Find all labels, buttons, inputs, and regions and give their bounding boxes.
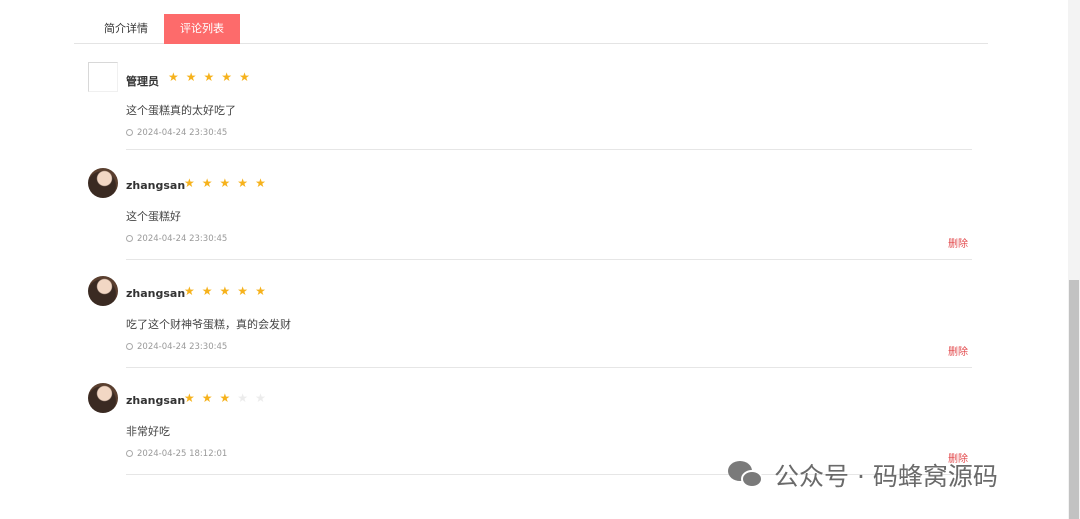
star-icon: ★ — [184, 284, 202, 298]
divider — [126, 149, 972, 150]
tab-intro-details[interactable]: 简介详情 — [88, 14, 164, 44]
delete-button[interactable]: 删除 — [948, 343, 968, 358]
avatar — [88, 383, 118, 413]
comment-user-name: zhangsan — [126, 287, 186, 300]
star-icon: ★ — [219, 176, 238, 190]
star-icon: ★ — [255, 284, 273, 298]
comment-item: zhangsan ★★★★★ 吃了这个财神爷蛋糕，真的会发财 2024-04-2… — [88, 276, 972, 386]
comment-time-text: 2024-04-24 23:30:45 — [137, 342, 228, 352]
star-icon: ★ — [184, 176, 202, 190]
comment-content: 吃了这个财神爷蛋糕，真的会发财 — [126, 318, 291, 331]
comment-time: 2024-04-24 23:30:45 — [126, 234, 227, 244]
rating-stars: ★★★★★ — [184, 176, 273, 190]
star-icon: ★ — [203, 70, 222, 84]
star-icon: ★ — [255, 391, 273, 405]
divider — [126, 259, 972, 260]
scrollbar[interactable] — [1068, 0, 1080, 519]
delete-button[interactable]: 删除 — [948, 235, 968, 250]
star-icon: ★ — [255, 176, 273, 190]
clock-icon — [126, 129, 133, 136]
scrollbar-thumb[interactable] — [1069, 280, 1079, 519]
comment-time-text: 2024-04-24 23:30:45 — [137, 234, 228, 244]
comment-item: 管理员 ★★★★★ 这个蛋糕真的太好吃了 2024-04-24 23:30:45 — [88, 62, 972, 172]
comment-time: 2024-04-24 23:30:45 — [126, 342, 227, 352]
rating-stars: ★★★★★ — [184, 284, 273, 298]
comment-time-text: 2024-04-24 23:30:45 — [137, 128, 228, 138]
avatar — [88, 276, 118, 306]
star-icon: ★ — [168, 70, 186, 84]
star-icon: ★ — [237, 176, 256, 190]
star-icon: ★ — [237, 284, 256, 298]
comment-content: 这个蛋糕真的太好吃了 — [126, 104, 236, 117]
wechat-icon — [728, 461, 764, 489]
star-icon: ★ — [219, 391, 238, 405]
clock-icon — [126, 450, 133, 457]
comment-time: 2024-04-25 18:12:01 — [126, 449, 227, 459]
avatar — [88, 62, 118, 92]
star-icon: ★ — [237, 391, 256, 405]
divider — [126, 367, 972, 368]
watermark-text: 公众号 · 码蜂窝源码 — [774, 462, 998, 491]
comment-content: 这个蛋糕好 — [126, 210, 181, 223]
comment-user-name: 管理员 — [126, 75, 159, 88]
star-icon: ★ — [201, 284, 220, 298]
star-icon: ★ — [185, 70, 204, 84]
watermark: 公众号 · 码蜂窝源码 — [728, 458, 998, 492]
star-icon: ★ — [201, 391, 220, 405]
comment-time-text: 2024-04-25 18:12:01 — [137, 449, 228, 459]
comment-user-name: zhangsan — [126, 394, 186, 407]
clock-icon — [126, 235, 133, 242]
comment-time: 2024-04-24 23:30:45 — [126, 128, 227, 138]
rating-stars: ★★★★★ — [184, 391, 273, 405]
comment-item: zhangsan ★★★★★ 这个蛋糕好 2024-04-24 23:30:45… — [88, 168, 972, 278]
clock-icon — [126, 343, 133, 350]
star-icon: ★ — [239, 70, 257, 84]
star-icon: ★ — [184, 391, 202, 405]
star-icon: ★ — [219, 284, 238, 298]
tab-comment-list[interactable]: 评论列表 — [164, 14, 240, 44]
star-icon: ★ — [201, 176, 220, 190]
avatar — [88, 168, 118, 198]
rating-stars: ★★★★★ — [168, 70, 257, 84]
comment-user-name: zhangsan — [126, 179, 186, 192]
comment-content: 非常好吃 — [126, 425, 170, 438]
tab-bar: 简介详情 评论列表 — [74, 14, 988, 44]
star-icon: ★ — [221, 70, 240, 84]
